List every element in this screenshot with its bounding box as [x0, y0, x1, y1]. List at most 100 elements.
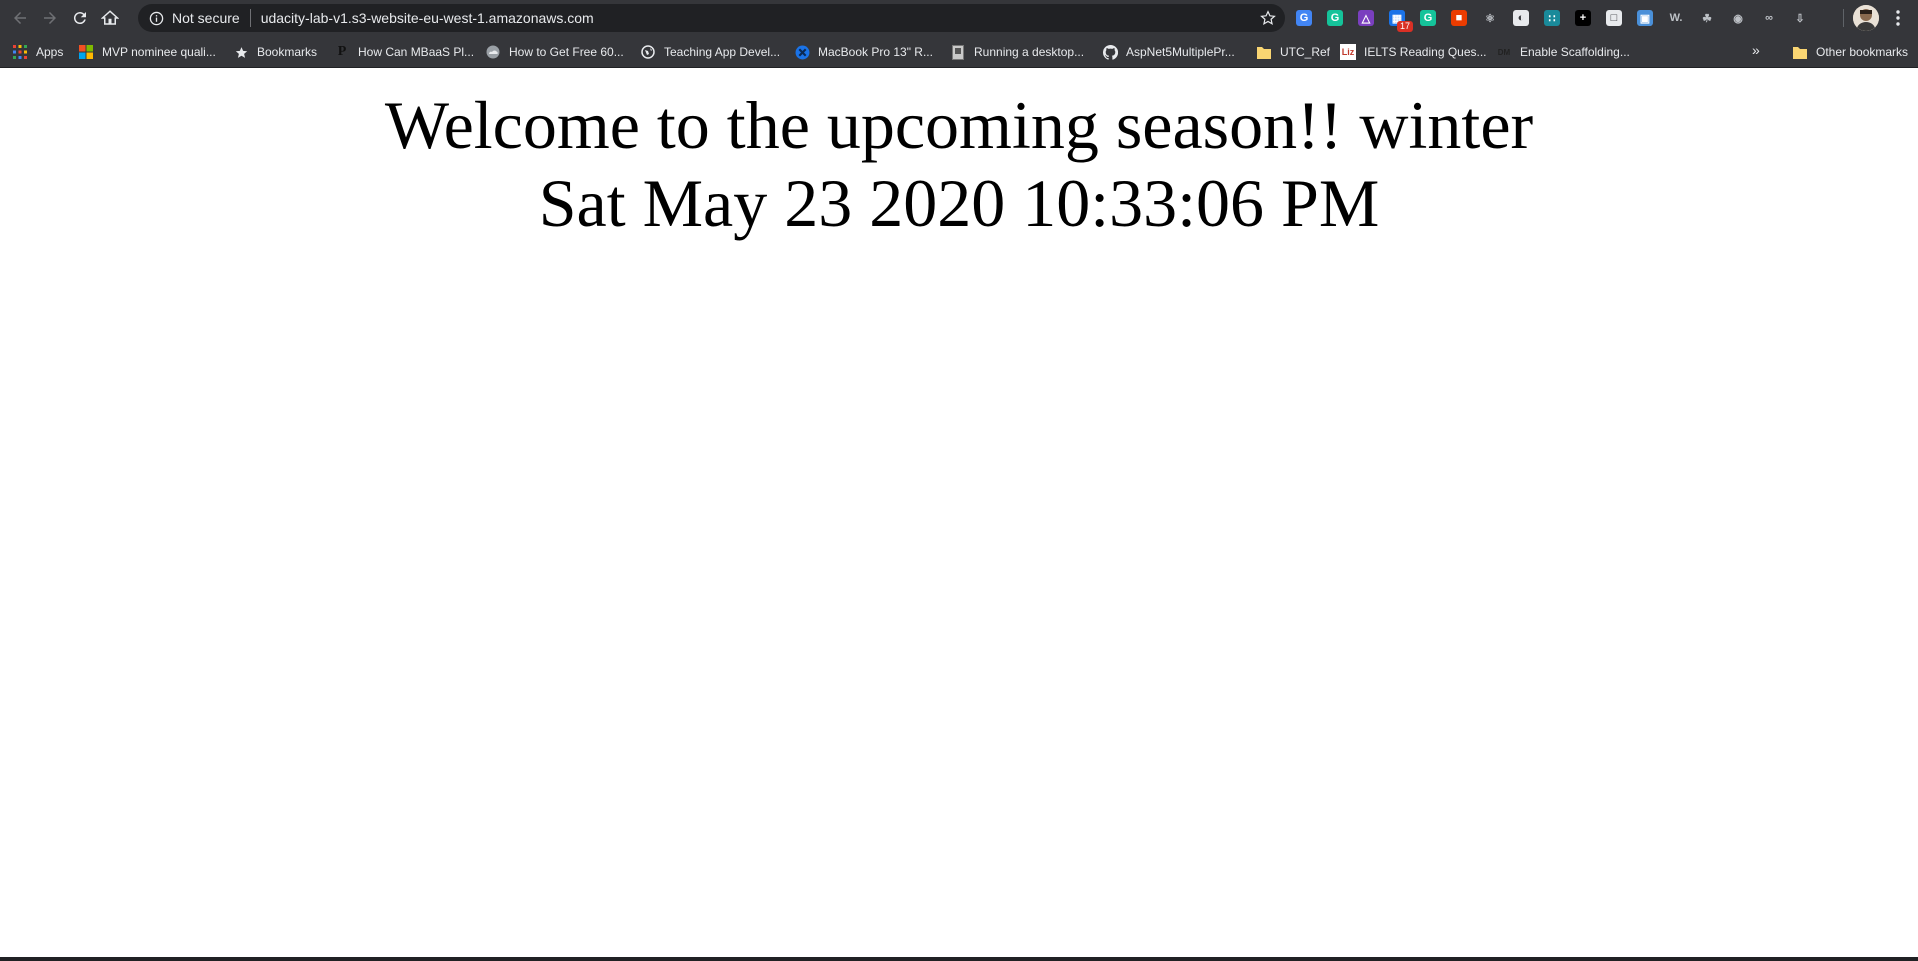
document-icon: [950, 44, 966, 60]
grammarly-icon[interactable]: G: [1323, 6, 1347, 30]
star-icon[interactable]: [1259, 9, 1277, 27]
glasses-icon[interactable]: ∞: [1757, 6, 1781, 30]
reload-icon: [73, 12, 86, 25]
grammarly-check-icon[interactable]: G: [1416, 6, 1440, 30]
bookmark-label: AspNet5MultiplePr...: [1126, 45, 1235, 59]
bookmark-enable-scaffolding[interactable]: DM Enable Scaffolding...: [1490, 39, 1636, 65]
notification-badge: 17: [1396, 21, 1413, 32]
leaf-icon-glyph: ☘: [1699, 10, 1715, 26]
download-icon[interactable]: ⇩: [1788, 6, 1812, 30]
github-icon: [1102, 44, 1118, 60]
bookmark-free-60[interactable]: How to Get Free 60...: [479, 39, 630, 65]
toolbar-separator: [1843, 9, 1844, 27]
translate-icon-glyph: G: [1296, 10, 1312, 26]
profile-avatar[interactable]: [1853, 5, 1879, 31]
calendar-icon[interactable]: ▦ 17: [1385, 6, 1413, 32]
kebab-menu-icon: [1896, 10, 1900, 26]
grammarly-check-icon-glyph: G: [1420, 10, 1436, 26]
grid-icon-glyph: ∷: [1544, 10, 1560, 26]
bookmark-mbaas[interactable]: P How Can MBaaS Pl...: [328, 39, 480, 65]
folder-icon: [1256, 44, 1272, 60]
user-card-icon[interactable]: ▣: [1633, 6, 1657, 30]
leaf-icon[interactable]: ☘: [1695, 6, 1719, 30]
user-card-icon-glyph: ▣: [1637, 10, 1653, 26]
bookmark-label: Bookmarks: [257, 45, 318, 59]
bookmark-macbook-pro[interactable]: MacBook Pro 13" R...: [788, 39, 939, 65]
bookmark-bookmarks[interactable]: Bookmarks: [227, 39, 323, 65]
address-bar[interactable]: Not secure udacity-lab-v1.s3-website-eu-…: [138, 4, 1285, 32]
bookmark-label: How Can MBaaS Pl...: [358, 45, 475, 59]
grid-icon[interactable]: ∷: [1540, 6, 1564, 30]
site-badge-icon: [794, 44, 810, 60]
omnibox-divider: [249, 9, 251, 27]
bookmark-label: Teaching App Devel...: [664, 45, 781, 59]
url-text[interactable]: udacity-lab-v1.s3-website-eu-west-1.amaz…: [261, 10, 594, 26]
arrow-left-icon: [14, 12, 26, 24]
info-icon[interactable]: [148, 10, 164, 26]
apps-grid-icon: [12, 44, 28, 60]
bookmark-label: Enable Scaffolding...: [1520, 45, 1630, 59]
bookmark-label: UTC_Ref: [1280, 45, 1331, 59]
record-icon-glyph: ◉: [1730, 10, 1746, 26]
bookmarks-overflow-button[interactable]: »: [1752, 42, 1760, 58]
microsoft-icon: [78, 44, 94, 60]
arrow-right-icon: [44, 12, 56, 24]
react-icon-glyph: ⚛: [1482, 10, 1498, 26]
translate-icon[interactable]: G: [1292, 6, 1316, 30]
reload-button[interactable]: [65, 3, 95, 33]
bookmark-label: Running a desktop...: [974, 45, 1085, 59]
page-content: Welcome to the upcoming season!! winter …: [0, 69, 1918, 957]
clock-icon[interactable]: ◐: [1509, 6, 1533, 30]
forward-button[interactable]: [35, 3, 65, 33]
plus-icon[interactable]: +: [1571, 6, 1595, 30]
page-icon-glyph: □: [1606, 10, 1622, 26]
bookmarks-bar: Apps MVP nominee quali... Bookmarks P Ho…: [0, 36, 1918, 68]
plus-icon-glyph: +: [1575, 10, 1591, 26]
browser-menu-button[interactable]: [1886, 6, 1910, 30]
season-greeting: Welcome to the upcoming season!! winter: [384, 87, 1534, 163]
bookmark-utc-ref[interactable]: UTC_Ref: [1250, 39, 1336, 65]
visual-studio-icon[interactable]: △: [1354, 6, 1378, 30]
page-icon[interactable]: □: [1602, 6, 1626, 30]
download-icon-glyph: ⇩: [1792, 10, 1808, 26]
bookmark-label: MVP nominee quali...: [102, 45, 216, 59]
browser-toolbar: Not secure udacity-lab-v1.s3-website-eu-…: [0, 0, 1918, 36]
office-icon-glyph: ■: [1451, 10, 1467, 26]
globe-icon: [640, 44, 656, 60]
wordtune-icon[interactable]: W.: [1664, 6, 1688, 30]
bookmark-mvp-nominee[interactable]: MVP nominee quali...: [72, 39, 222, 65]
bookmark-teaching-app[interactable]: Teaching App Devel...: [634, 39, 786, 65]
office-icon[interactable]: ■: [1447, 6, 1471, 30]
other-bookmarks-label: Other bookmarks: [1816, 45, 1909, 59]
avatar-icon: [1853, 5, 1879, 31]
bookmark-label: IELTS Reading Ques...: [1364, 45, 1487, 59]
bookmark-label: Apps: [36, 45, 64, 59]
bookmark-aspnet5[interactable]: AspNet5MultiplePr...: [1096, 39, 1241, 65]
clock-icon-glyph: ◐: [1513, 10, 1529, 26]
window-bottom-border: [0, 957, 1918, 961]
star-bookmark-icon: [233, 44, 249, 60]
extensions-bar: G G △ ▦ 17 G ■ ⚛ ◐ ∷ + □ ▣ W. ☘ ◉ ∞ ⇩: [1292, 6, 1819, 32]
grammarly-icon-glyph: G: [1327, 10, 1343, 26]
visual-studio-icon-glyph: △: [1358, 10, 1374, 26]
wordtune-icon-glyph: W.: [1668, 10, 1684, 26]
bookmark-ielts[interactable]: Liz IELTS Reading Ques...: [1334, 39, 1493, 65]
other-bookmarks[interactable]: Other bookmarks: [1786, 39, 1914, 65]
bookmark-apps[interactable]: Apps: [6, 39, 69, 65]
current-datetime: Sat May 23 2020 10:33:06 PM: [538, 165, 1380, 241]
home-icon: [101, 10, 119, 25]
security-indicator[interactable]: Not secure: [172, 10, 240, 26]
home-button[interactable]: [95, 3, 125, 33]
p-site-icon: P: [337, 44, 347, 60]
bookmark-running-desktop[interactable]: Running a desktop...: [944, 39, 1090, 65]
glasses-icon-glyph: ∞: [1761, 10, 1777, 26]
record-icon[interactable]: ◉: [1726, 6, 1750, 30]
cloud-site-icon: [485, 44, 501, 60]
dark-site-icon: DM: [1497, 47, 1511, 57]
bookmark-label: How to Get Free 60...: [509, 45, 624, 59]
bookmark-label: MacBook Pro 13" R...: [818, 45, 933, 59]
react-icon[interactable]: ⚛: [1478, 6, 1502, 30]
back-button[interactable]: [5, 3, 35, 33]
folder-icon: [1792, 44, 1808, 60]
liz-site-icon: Liz: [1340, 44, 1356, 60]
